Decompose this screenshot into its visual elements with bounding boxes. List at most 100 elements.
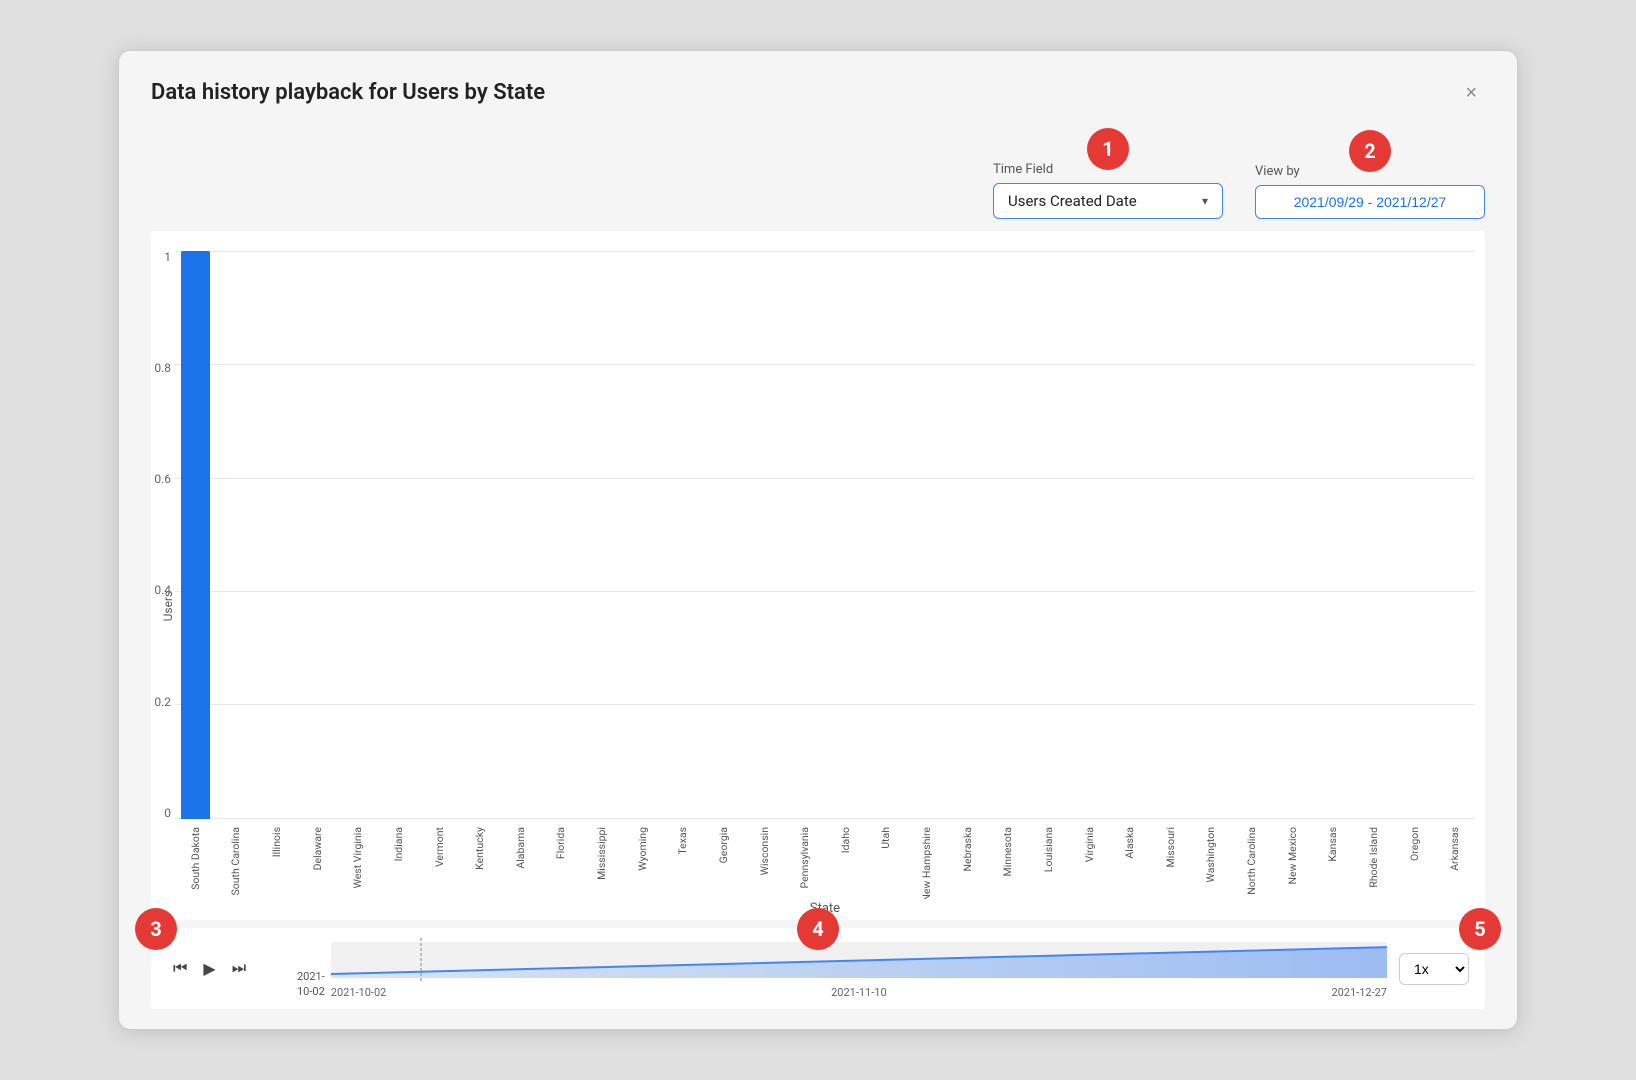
timeline-container: 2021- 10-02 xyxy=(297,938,1387,999)
x-label-item: Delaware xyxy=(297,823,338,899)
x-label-text: Kansas xyxy=(1326,827,1339,862)
x-label-item: Alaska xyxy=(1109,823,1150,899)
x-label-item: Kansas xyxy=(1313,823,1354,899)
x-label-text: Mississippi xyxy=(595,827,608,880)
x-label-text: Indiana xyxy=(392,827,405,861)
bar-item xyxy=(988,251,1029,819)
view-by-group: View by 2021/09/29 - 2021/12/27 xyxy=(1255,164,1485,219)
x-label-item: North Carolina xyxy=(1231,823,1272,899)
x-label-text: Missouri xyxy=(1164,827,1177,867)
x-label-item: Alabama xyxy=(500,823,541,899)
x-label-text: North Carolina xyxy=(1245,827,1258,895)
modal-container: Data history playback for Users by State… xyxy=(118,50,1518,1030)
bar-item xyxy=(1394,251,1435,819)
x-label-text: Virginia xyxy=(1083,827,1096,862)
x-label-item: Louisiana xyxy=(1028,823,1069,899)
bar-item xyxy=(703,251,744,819)
bar-item xyxy=(256,251,297,819)
speed-dropdown[interactable]: 1x 2x 4x 0.5x xyxy=(1399,953,1469,985)
bars-and-grid: 1 0.8 0.6 0.4 0.2 0 xyxy=(175,251,1475,819)
time-field-dropdown[interactable]: Users Created Date ▾ xyxy=(993,183,1223,219)
x-axis-labels: South Dakota South Carolina Illinois Delawa… xyxy=(175,819,1475,899)
x-label-item: New Hampshire xyxy=(906,823,947,899)
x-label-text: Kentucky xyxy=(473,827,486,870)
x-label-item: Minnesota xyxy=(988,823,1029,899)
fast-forward-button[interactable]: ⏭ xyxy=(226,958,252,980)
bar-item xyxy=(175,251,216,819)
x-label-item: Wyoming xyxy=(622,823,663,899)
x-label-item: Indiana xyxy=(378,823,419,899)
x-label-text: Oregon xyxy=(1408,827,1421,861)
x-label-text: Idaho xyxy=(839,827,852,853)
x-label-item: Texas xyxy=(663,823,704,899)
bar-item xyxy=(622,251,663,819)
x-label-item: West Virginia xyxy=(338,823,379,899)
play-button[interactable]: ▶ xyxy=(197,957,221,981)
chart-plot: 1 0.8 0.6 0.4 0.2 0 South Dakota South Ca… xyxy=(175,251,1475,920)
x-label-text: South Dakota xyxy=(189,827,202,890)
x-label-text: Alaska xyxy=(1123,827,1136,859)
badge-3: 3 xyxy=(135,908,177,950)
x-label-item: Rhode Island xyxy=(1353,823,1394,899)
x-label-text: Wisconsin xyxy=(758,827,771,875)
bar[interactable] xyxy=(181,251,209,819)
bar-item xyxy=(378,251,419,819)
x-label-text: Nebraska xyxy=(961,827,974,871)
date-range-button[interactable]: 2021/09/29 - 2021/12/27 xyxy=(1255,185,1485,219)
y-tick: 0.6 xyxy=(154,473,171,485)
x-label-text: South Carolina xyxy=(229,827,242,895)
x-label-text: New Mexico xyxy=(1286,827,1299,885)
bar-item xyxy=(541,251,582,819)
timeline-date-start: 2021-10-02 xyxy=(331,986,387,999)
bar-item xyxy=(459,251,500,819)
playback-area: 3 4 5 ⏮ ▶ ⏭ 2021- 10-02 xyxy=(151,928,1485,1009)
bar-item xyxy=(1272,251,1313,819)
x-label-item: Illinois xyxy=(256,823,297,899)
rewind-start-button[interactable]: ⏮ xyxy=(167,958,193,980)
close-button[interactable]: × xyxy=(1457,79,1485,107)
x-label-item: South Dakota xyxy=(175,823,216,899)
y-axis-ticks: 1 0.8 0.6 0.4 0.2 0 xyxy=(137,251,171,819)
x-label-text: Georgia xyxy=(717,827,730,863)
bar-item xyxy=(500,251,541,819)
y-tick: 0.8 xyxy=(154,362,171,374)
x-label-item: Pennsylvania xyxy=(784,823,825,899)
x-label-text: Louisiana xyxy=(1042,827,1055,872)
x-label-text: Illinois xyxy=(270,827,283,857)
bar-item xyxy=(947,251,988,819)
timeline-track-area: 2021-10-02 2021-11-10 2021-12-27 xyxy=(331,938,1387,999)
timeline-date-end: 2021-12-27 xyxy=(1331,986,1387,999)
timeline-dates: 2021-10-02 2021-11-10 2021-12-27 xyxy=(331,986,1387,999)
badge-2: 2 xyxy=(1349,130,1391,172)
bar-item xyxy=(744,251,785,819)
x-label-text: New Hampshire xyxy=(920,827,933,899)
x-label-item: Missouri xyxy=(1150,823,1191,899)
bar-item xyxy=(297,251,338,819)
timeline-svg[interactable] xyxy=(331,938,1387,982)
x-label-text: Delaware xyxy=(311,827,324,870)
bar-item xyxy=(1231,251,1272,819)
x-label-text: Pennsylvania xyxy=(798,827,811,888)
x-label-text: Texas xyxy=(676,827,689,855)
time-field-value: Users Created Date xyxy=(1008,192,1137,210)
timeline-current-date: 2021- 10-02 xyxy=(297,970,325,999)
x-label-item: Vermont xyxy=(419,823,460,899)
x-label-item: Washington xyxy=(1191,823,1232,899)
bar-item xyxy=(1313,251,1354,819)
x-label-text: Arkansas xyxy=(1448,827,1461,871)
modal-title: Data history playback for Users by State xyxy=(151,79,545,108)
x-label-item: Utah xyxy=(866,823,907,899)
bar-item xyxy=(663,251,704,819)
x-label-text: Alabama xyxy=(514,827,527,869)
badge-5: 5 xyxy=(1459,908,1501,950)
bar-item xyxy=(1191,251,1232,819)
x-label-text: Utah xyxy=(879,827,892,849)
x-label-item: Florida xyxy=(541,823,582,899)
bar-item xyxy=(784,251,825,819)
bar-item xyxy=(216,251,257,819)
x-label-item: Arkansas xyxy=(1434,823,1475,899)
play-controls: ⏮ ▶ ⏭ xyxy=(167,957,287,981)
badge-1: 1 xyxy=(1087,128,1129,170)
x-label-item: Mississippi xyxy=(581,823,622,899)
chart-inner: Users 1 0.8 xyxy=(161,251,1475,920)
